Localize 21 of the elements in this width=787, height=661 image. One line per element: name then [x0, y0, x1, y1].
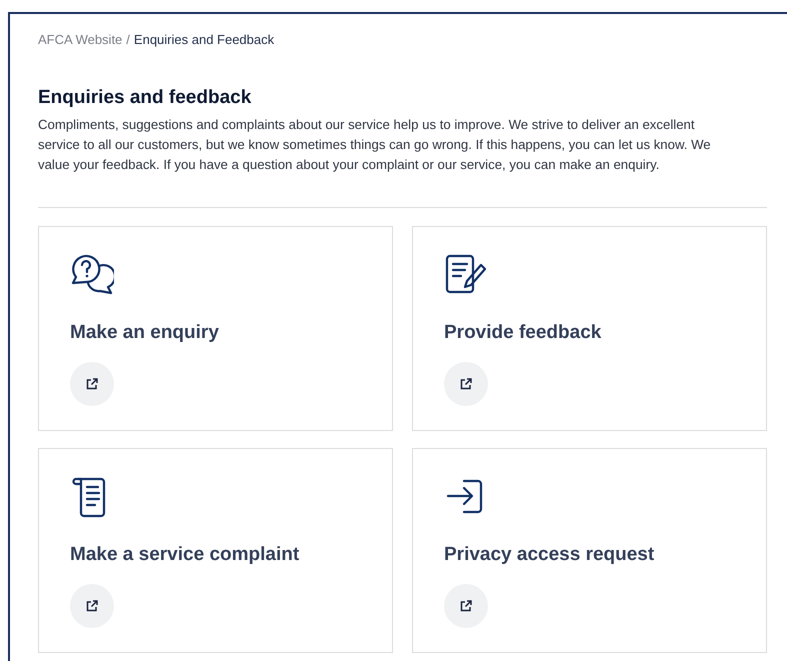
external-link-button[interactable] [444, 584, 488, 628]
card-title[interactable]: Make a service complaint [70, 541, 361, 570]
card[interactable]: Make a service complaint [38, 448, 393, 654]
card[interactable]: Privacy access request [412, 448, 767, 654]
card[interactable]: Provide feedback [412, 226, 767, 432]
breadcrumb-current: Enquiries and Feedback [134, 32, 274, 47]
external-link-icon [460, 378, 472, 390]
breadcrumb-separator: / [126, 32, 130, 47]
intro-paragraph: Compliments, suggestions and complaints about our service help us to improve. We strive to deliver an excellent service to all our customers, but we know sometimes things can go wrong. If this happens, you can let us know. We value your feedback. If you have a question about your complaint or our service, you can make an enquiry. [38, 116, 712, 174]
card-title[interactable]: Make an enquiry [70, 319, 361, 348]
external-link-button[interactable] [444, 362, 488, 406]
card[interactable]: Make an enquiry [38, 226, 393, 432]
external-link-button[interactable] [70, 584, 114, 628]
card-title[interactable]: Privacy access request [444, 541, 735, 570]
external-link-icon [86, 600, 98, 612]
external-link-icon [460, 600, 472, 612]
breadcrumb-link[interactable]: AFCA Website [38, 32, 122, 47]
external-link-icon [86, 378, 98, 390]
external-link-button[interactable] [70, 362, 114, 406]
card-title[interactable]: Provide feedback [444, 319, 735, 348]
page-heading: Enquiries and feedback [38, 86, 252, 110]
